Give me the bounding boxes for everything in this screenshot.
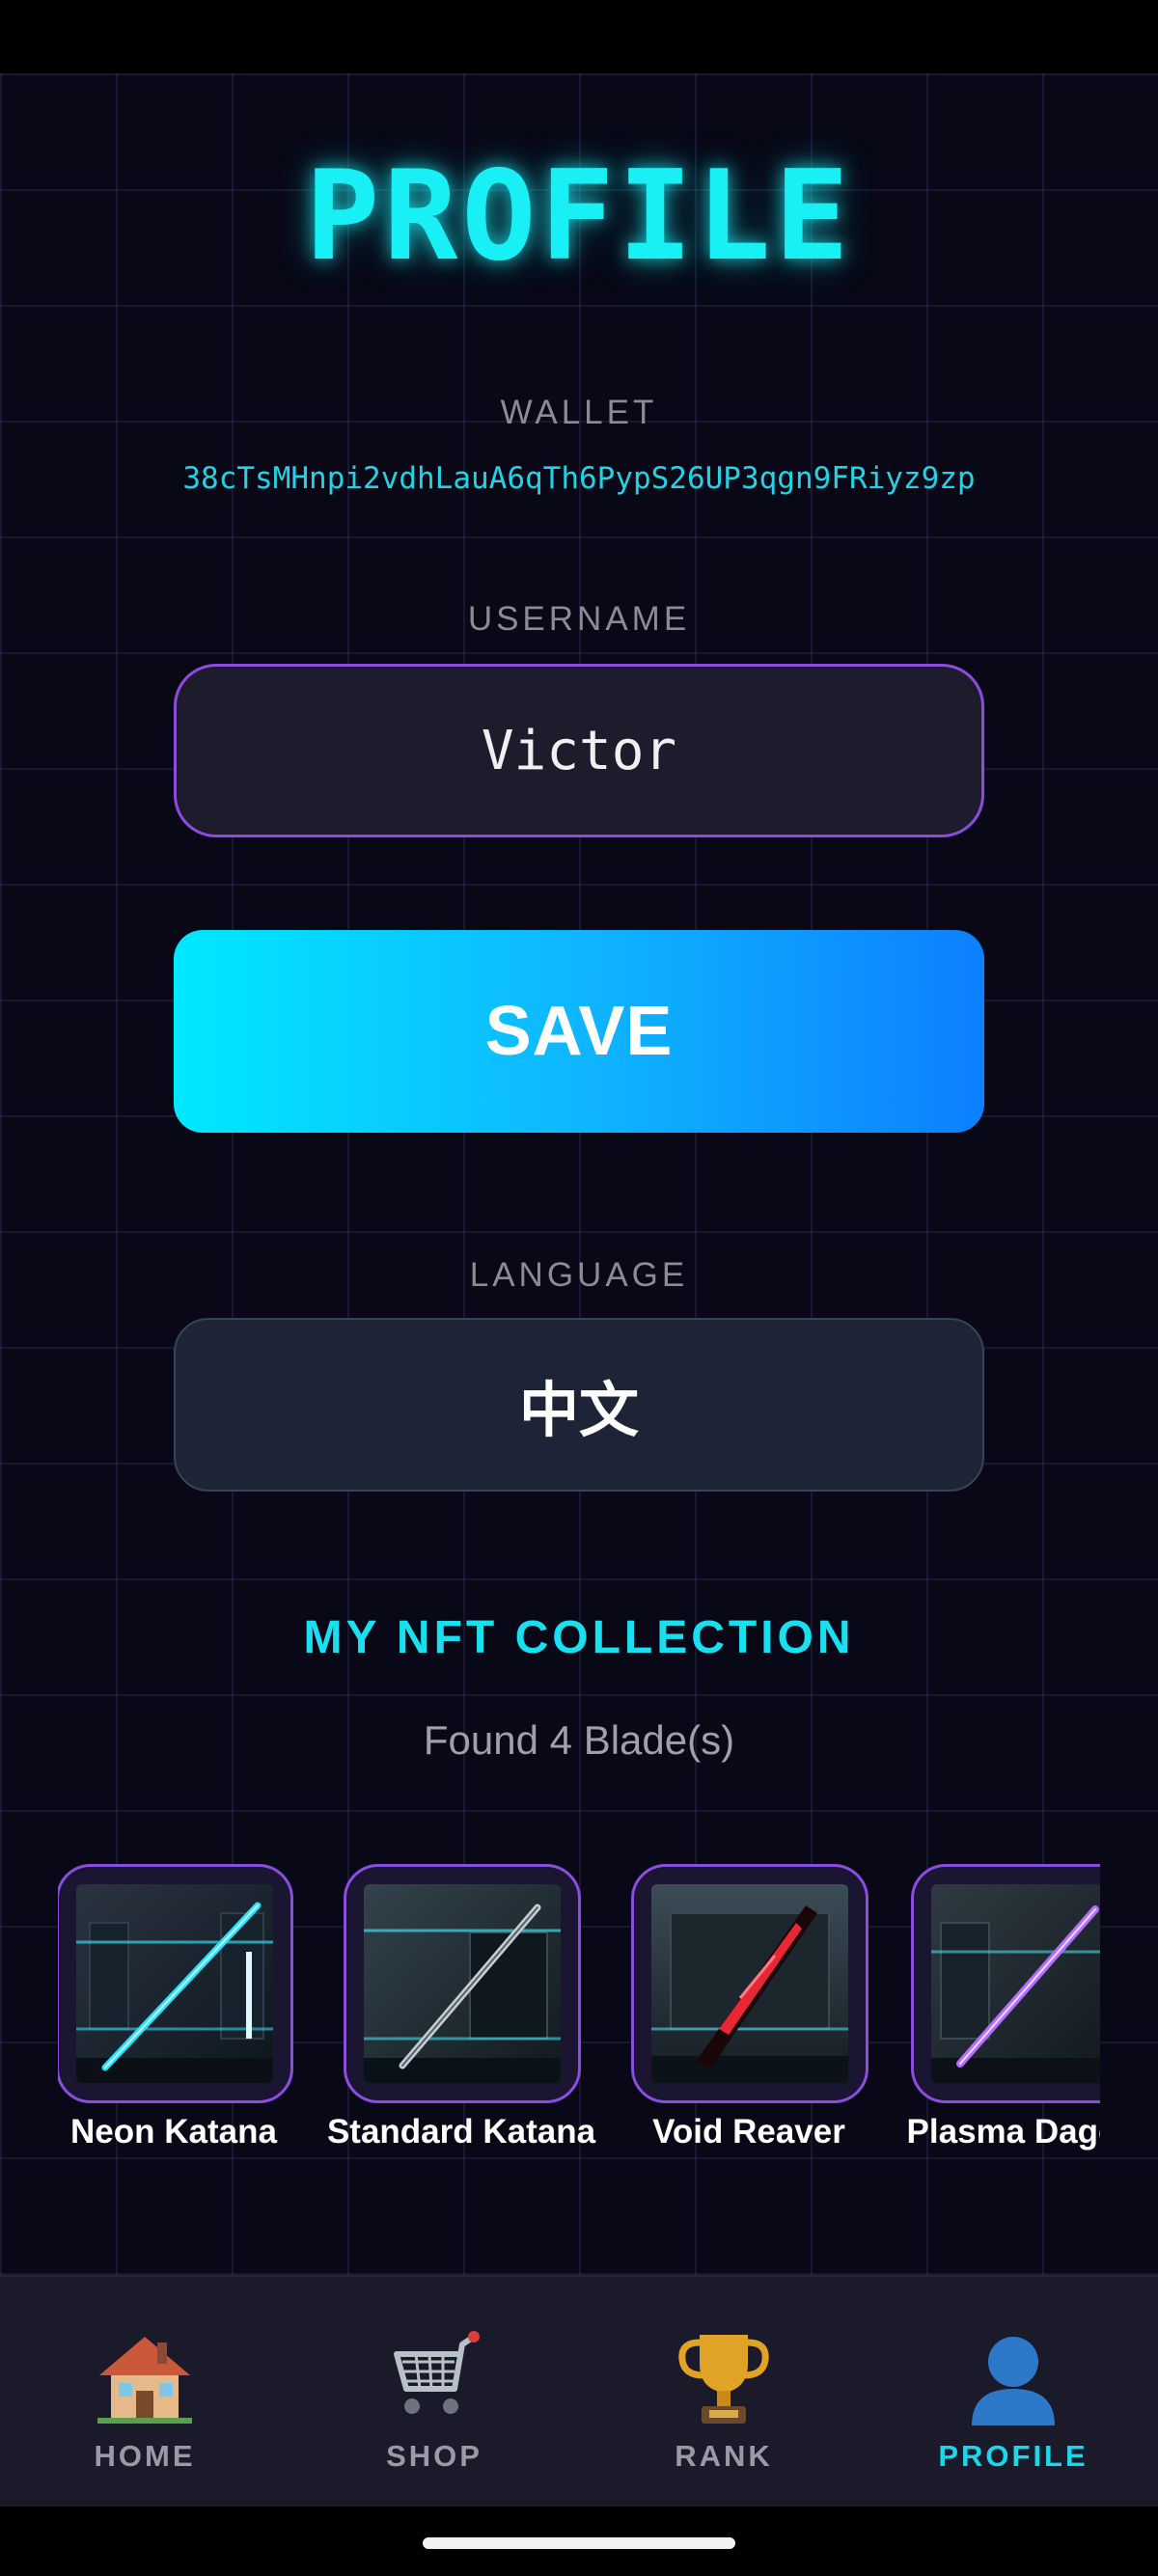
void-reaver-image [651, 1884, 848, 2083]
username-label: USERNAME [467, 600, 691, 638]
nav-label-rank: RANK [675, 2439, 773, 2473]
nav-item-shop[interactable]: SHOP [290, 2277, 579, 2508]
house-icon [92, 2325, 198, 2431]
nav-item-home[interactable]: HOME [0, 2277, 290, 2508]
nav-item-profile[interactable]: PROFILE [868, 2277, 1158, 2508]
nft-name: Plasma Dagger [906, 2113, 1100, 2151]
bottom-nav: HOME SHOP RANK PROFILE [0, 2275, 1158, 2507]
nft-card[interactable]: Plasma Dagger [884, 1864, 1100, 2173]
nft-collection-title: MY NFT COLLECTION [303, 1612, 855, 1663]
wallet-label: WALLET [500, 394, 658, 431]
wallet-address: 38cTsMHnpi2vdhLauA6qTh6PypS26UP3qgn9FRiy… [182, 461, 976, 496]
user-icon [960, 2325, 1066, 2431]
nft-card[interactable]: Void Reaver [604, 1864, 894, 2173]
nft-card[interactable]: Standard Katana [317, 1864, 606, 2173]
nav-label-shop: SHOP [386, 2439, 482, 2473]
status-bar [0, 0, 1158, 73]
nft-frame [631, 1864, 868, 2103]
standard-katana-image [364, 1884, 561, 2083]
shopping-cart-icon [381, 2325, 487, 2431]
nft-card[interactable]: Neon Katana [58, 1864, 318, 2173]
nft-carousel[interactable]: Neon Katana Standard Katana Void Reaver … [58, 1864, 1100, 2173]
nft-frame [344, 1864, 581, 2103]
trophy-icon [671, 2325, 777, 2431]
nft-frame [58, 1864, 293, 2103]
language-select[interactable]: 中文 [174, 1318, 984, 1492]
profile-screen: PROFILE WALLET 38cTsMHnpi2vdhLauA6qTh6Py… [0, 0, 1158, 2576]
neon-katana-image [76, 1884, 273, 2083]
nav-label-home: HOME [94, 2439, 196, 2473]
nav-item-rank[interactable]: RANK [579, 2277, 868, 2508]
home-indicator[interactable] [423, 2537, 735, 2549]
nft-frame [911, 1864, 1100, 2103]
username-input[interactable]: Victor [174, 664, 984, 837]
nav-label-profile: PROFILE [938, 2439, 1089, 2473]
nft-name: Void Reaver [652, 2113, 845, 2151]
page-title: PROFILE [305, 145, 853, 288]
nft-count-text: Found 4 Blade(s) [423, 1717, 735, 1763]
nft-name: Standard Katana [326, 2113, 596, 2151]
save-button[interactable]: SAVE [174, 930, 984, 1133]
nft-name: Neon Katana [70, 2113, 277, 2151]
plasma-dagger-image [931, 1884, 1100, 2083]
language-label: LANGUAGE [469, 1256, 689, 1294]
